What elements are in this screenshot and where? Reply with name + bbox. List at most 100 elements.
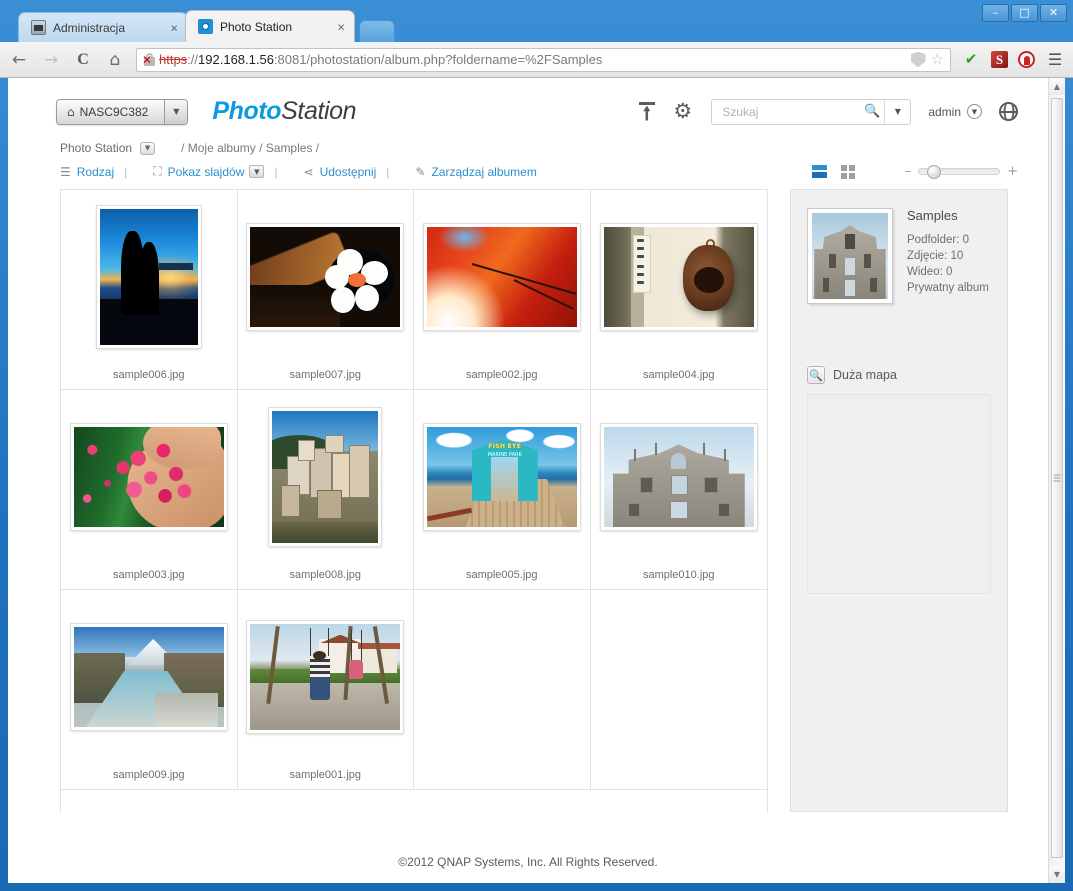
reload-icon[interactable]: C — [72, 51, 94, 69]
photo-cell[interactable]: sample003.jpg — [61, 390, 238, 589]
menu-icon[interactable]: ☰ — [1045, 50, 1065, 70]
search-input[interactable] — [712, 100, 860, 124]
album-stat-photos: Zdjęcie: 10 — [907, 248, 989, 264]
vertical-scrollbar[interactable]: ▲ ▼ — [1048, 78, 1065, 883]
new-tab-button[interactable] — [359, 20, 395, 42]
breadcrumb-path[interactable]: / Moje albumy / Samples / — [181, 141, 319, 155]
photo-thumbnail-hands-flowers[interactable] — [71, 424, 227, 530]
magnifier-icon[interactable]: 🔍 — [807, 366, 825, 384]
search-dropdown-icon[interactable]: ▼ — [884, 100, 910, 124]
url-scheme: https — [159, 52, 187, 67]
photo-cell[interactable]: sample009.jpg — [61, 590, 238, 789]
photo-thumbnail-river[interactable] — [71, 624, 227, 730]
thumb-holder: FISH EYE MARINE PARK — [414, 390, 590, 564]
check-icon[interactable]: ✔ — [961, 50, 981, 70]
bookmark-star-icon[interactable]: ☆ — [931, 52, 944, 67]
photo-caption: sample002.jpg — [466, 369, 538, 381]
nas-selector-main[interactable]: ⌂ NASC9C382 — [57, 100, 165, 124]
chevron-down-icon[interactable]: ▼ — [165, 100, 187, 124]
photo-thumbnail-maple[interactable] — [424, 224, 580, 330]
album-cover-thumbnail[interactable] — [807, 208, 893, 304]
shield-icon[interactable] — [911, 52, 926, 68]
search-box[interactable]: 🔍 ▼ — [711, 99, 911, 125]
chevron-down-icon[interactable]: ▼ — [967, 104, 982, 119]
photo-caption: sample003.jpg — [113, 569, 185, 581]
scrollbar-thumb[interactable] — [1051, 98, 1063, 858]
list-view-icon[interactable] — [812, 165, 827, 178]
gear-icon[interactable]: ⚙ — [673, 101, 694, 122]
globe-icon[interactable] — [999, 102, 1018, 121]
toolbar-item-slideshow[interactable]: ⛶ Pokaz slajdów — [153, 164, 244, 179]
photo-thumbnail-village[interactable] — [269, 408, 381, 546]
toolbar-label: Zarządzaj albumem — [431, 165, 536, 179]
photo-thumbnail-flower[interactable] — [247, 224, 403, 330]
map-section-header[interactable]: 🔍 Duża mapa — [807, 366, 991, 384]
slideshow-dropdown-icon[interactable]: ▼ — [249, 165, 264, 178]
photo-caption: sample009.jpg — [113, 769, 185, 781]
toolbar-item-rodzaj[interactable]: ☰ Rodzaj — [60, 165, 114, 179]
photo-cell[interactable]: sample006.jpg — [61, 190, 238, 389]
user-menu[interactable]: admin ▼ — [928, 104, 982, 119]
zoom-slider-control[interactable]: – + — [905, 164, 1018, 179]
photo-cell[interactable]: sample004.jpg — [591, 190, 768, 389]
tab-label: Photo Station — [220, 20, 292, 34]
close-icon[interactable]: × — [170, 21, 178, 34]
photo-thumbnail-swing[interactable] — [247, 621, 403, 733]
zoom-out-icon[interactable]: – — [905, 164, 912, 179]
tab-photo-station[interactable]: Photo Station × — [185, 10, 355, 42]
toolbar-item-share[interactable]: ⋖ Udostępnij — [304, 165, 377, 179]
album-summary: Samples Podfolder: 0 Zdjęcie: 10 Wideo: … — [807, 208, 991, 304]
thumb-holder — [591, 190, 768, 364]
photo-thumbnail-ruins[interactable] — [601, 424, 757, 530]
monitor-icon — [31, 20, 46, 35]
photo-cell[interactable]: sample002.jpg — [414, 190, 591, 389]
nas-selector[interactable]: ⌂ NASC9C382 ▼ — [56, 99, 188, 125]
breadcrumb-root[interactable]: Photo Station — [60, 141, 132, 155]
close-icon[interactable]: × — [337, 20, 345, 33]
photo-grid-row: sample006.jpg — [61, 190, 767, 390]
photo-station-page: ⌂ NASC9C382 ▼ PhotoStation ⚙ 🔍 — [8, 78, 1048, 883]
scroll-down-icon[interactable]: ▼ — [1049, 866, 1065, 883]
photo-cell[interactable]: FISH EYE MARINE PARK sample005.jpg — [414, 390, 591, 589]
photo-thumbnail-mask[interactable] — [601, 224, 757, 330]
toolbar-label: Udostępnij — [320, 165, 377, 179]
toolbar-item-manage-album[interactable]: ✎ Zarządzaj albumem — [415, 165, 536, 179]
scroll-up-icon[interactable]: ▲ — [1049, 78, 1065, 95]
zoom-slider-track[interactable] — [918, 168, 1000, 175]
tab-administracja[interactable]: Administracja × — [18, 12, 188, 42]
separator: | — [274, 165, 277, 179]
header-actions: ⚙ 🔍 ▼ admin ▼ — [638, 99, 1018, 125]
photo-cell[interactable]: sample001.jpg — [238, 590, 415, 789]
photo-cell[interactable]: sample010.jpg — [591, 390, 768, 589]
photo-cell[interactable]: sample008.jpg — [238, 390, 415, 589]
zoom-in-icon[interactable]: + — [1007, 164, 1018, 179]
forward-icon[interactable]: → — [40, 50, 62, 70]
grid-view-icon[interactable] — [841, 165, 855, 179]
home-icon[interactable]: ⌂ — [104, 50, 126, 70]
album-toolbar: ☰ Rodzaj | ⛶ Pokaz slajdów ▼ | ⋖ Udostęp… — [8, 155, 1048, 179]
album-stat-subfolders: Podfolder: 0 — [907, 232, 989, 248]
photo-cell[interactable]: sample007.jpg — [238, 190, 415, 389]
maximize-button[interactable]: □ — [1011, 4, 1038, 22]
album-stat-videos: Wideo: 0 — [907, 264, 989, 280]
map-placeholder[interactable] — [807, 394, 991, 594]
url-host: 192.168.1.56 — [198, 52, 274, 67]
search-icon[interactable]: 🔍 — [860, 100, 884, 124]
photo-thumbnail-sunset[interactable] — [97, 206, 201, 348]
thumb-holder — [238, 190, 414, 364]
adblock-icon[interactable] — [1018, 51, 1035, 68]
footer-copyright: ©2012 QNAP Systems, Inc. All Rights Rese… — [8, 855, 1048, 869]
album-info-sidebar: Samples Podfolder: 0 Zdjęcie: 10 Wideo: … — [790, 189, 1008, 812]
zoom-slider-handle[interactable] — [927, 165, 941, 179]
close-button[interactable]: ✕ — [1040, 4, 1067, 22]
thumb-holder — [61, 190, 237, 364]
chevron-down-icon[interactable]: ▼ — [140, 142, 155, 155]
s-icon[interactable]: S — [991, 51, 1008, 68]
minimize-button[interactable]: – — [982, 4, 1009, 22]
address-bar[interactable]: ✕ https :// 192.168.1.56 :8081/photostat… — [136, 48, 951, 72]
back-icon[interactable]: ← — [8, 50, 30, 70]
photo-thumbnail-pier-gate[interactable]: FISH EYE MARINE PARK — [424, 424, 580, 530]
page-viewport: ⌂ NASC9C382 ▼ PhotoStation ⚙ 🔍 — [8, 78, 1065, 883]
photo-cell-empty — [414, 590, 591, 789]
upload-icon[interactable] — [638, 102, 656, 122]
